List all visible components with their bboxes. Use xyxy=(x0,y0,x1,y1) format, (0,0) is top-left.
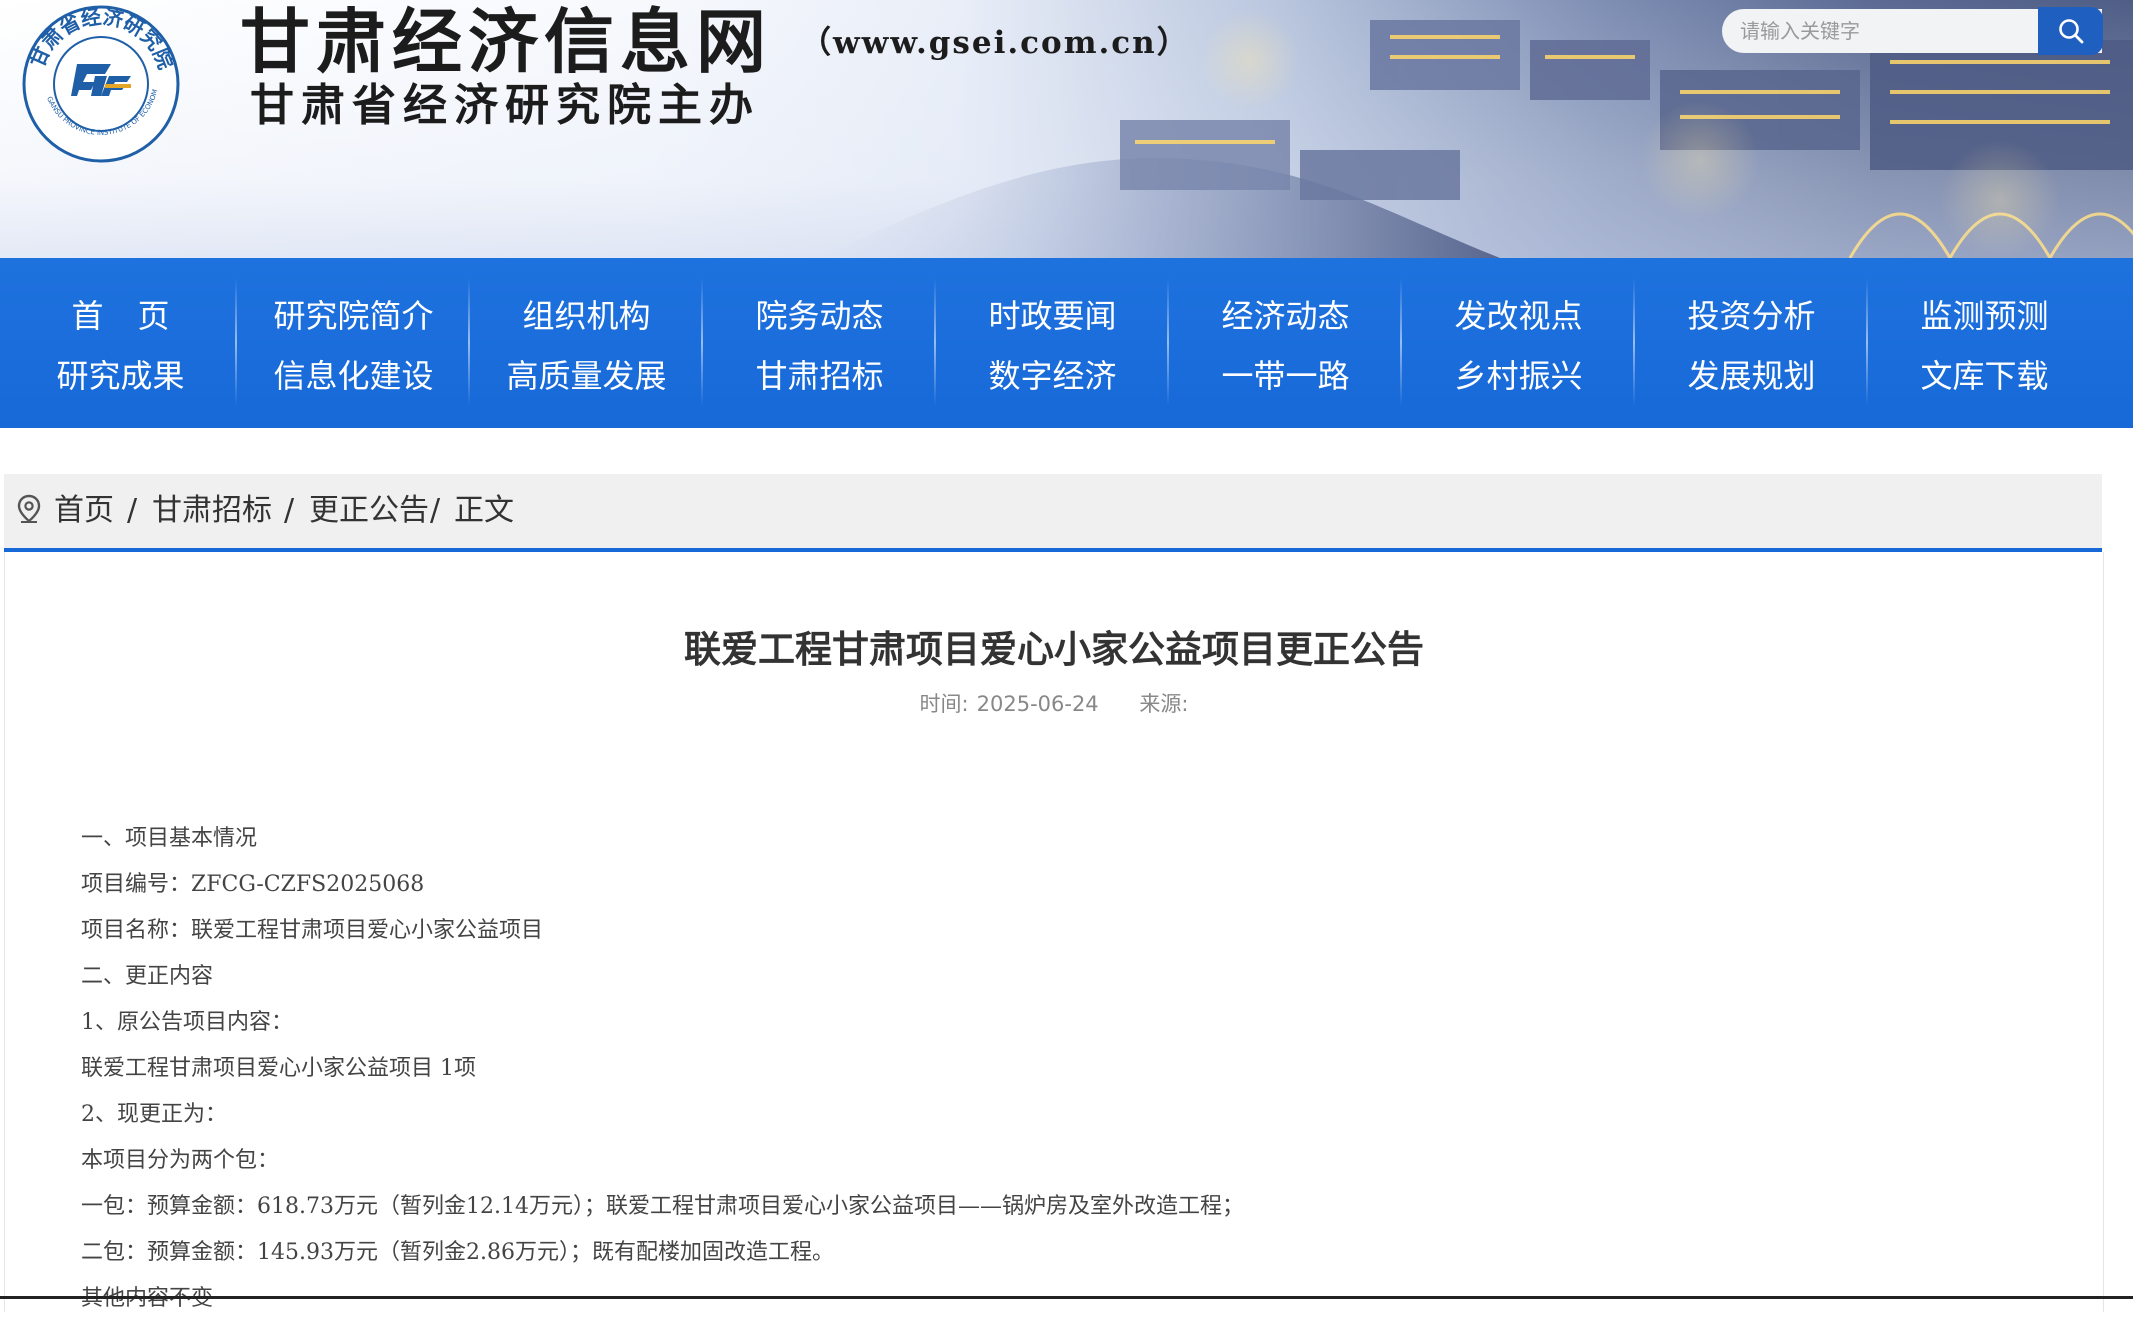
article-paragraph: 本项目分为两个包： xyxy=(81,1148,280,1173)
article-paragraph: 联爱工程甘肃项目爱心小家公益项目 1项 xyxy=(81,1056,476,1081)
site-title: 甘肃经济信息网 xyxy=(240,0,772,83)
breadcrumb-current: 正文 xyxy=(454,493,514,528)
nav-item-library-download[interactable]: 文库下载 xyxy=(1868,356,2101,396)
article-body: 一、项目基本情况 项目编号：ZFCG-CZFS2025068 项目名称：联爱工程… xyxy=(81,816,1244,1322)
nav-item-home[interactable]: 首页 xyxy=(4,296,237,336)
nav-item-institute-news[interactable]: 院务动态 xyxy=(703,296,936,336)
nav-item-monitoring-forecast[interactable]: 监测预测 xyxy=(1868,296,2101,336)
site-url: （www.gsei.com.cn） xyxy=(800,25,1190,61)
nav-item-informatization[interactable]: 信息化建设 xyxy=(237,356,470,396)
article-title: 联爱工程甘肃项目爱心小家公益项目更正公告 xyxy=(684,628,1424,671)
breadcrumb: 首页 / 甘肃招标 / 更正公告 / 正文 xyxy=(4,474,2102,552)
nav-item-high-quality-development[interactable]: 高质量发展 xyxy=(470,356,703,396)
article-paragraph: 项目名称：联爱工程甘肃项目爱心小家公益项目 xyxy=(81,918,544,943)
site-subtitle: 甘肃省经济研究院主办 xyxy=(250,80,760,131)
nav-item-gansu-tenders[interactable]: 甘肃招标 xyxy=(703,356,936,396)
breadcrumb-separator: / xyxy=(127,493,138,528)
breadcrumb-home[interactable]: 首页 xyxy=(54,486,114,536)
search-icon xyxy=(2058,19,2083,44)
nav-column-2: 研究院简介 信息化建设 xyxy=(237,258,470,428)
article-meta: 时间: 2025-06-24 来源: xyxy=(5,686,2103,722)
nav-column-5: 时政要闻 数字经济 xyxy=(936,258,1169,428)
publish-time-label: 时间: xyxy=(919,692,969,716)
nav-item-reform-viewpoint[interactable]: 发改视点 xyxy=(1402,296,1635,336)
nav-item-institute-intro[interactable]: 研究院简介 xyxy=(237,296,470,336)
article-paragraph: 项目编号：ZFCG-CZFS2025068 xyxy=(81,872,425,897)
nav-column-7: 发改视点 乡村振兴 xyxy=(1402,258,1635,428)
search-button[interactable] xyxy=(2038,7,2103,55)
nav-column-3: 组织机构 高质量发展 xyxy=(470,258,703,428)
nav-item-organization[interactable]: 组织机构 xyxy=(470,296,703,336)
article-paragraph: 二、更正内容 xyxy=(81,964,214,989)
location-pin-icon xyxy=(17,494,41,523)
article-paragraph: 2、现更正为： xyxy=(81,1102,227,1127)
nav-item-current-affairs[interactable]: 时政要闻 xyxy=(936,296,1169,336)
breadcrumb-separator: / xyxy=(430,493,441,528)
nav-item-rural-revitalization[interactable]: 乡村振兴 xyxy=(1402,356,1635,396)
site-banner: 甘肃省经济研究院 GANSU PROVINCE INSTITUTE OF ECO… xyxy=(0,0,2133,258)
article: 联爱工程甘肃项目爱心小家公益项目更正公告 时间: 2025-06-24 来源: 一… xyxy=(4,552,2104,1312)
nav-column-8: 投资分析 发展规划 xyxy=(1635,258,1868,428)
source-label: 来源: xyxy=(1139,692,1189,716)
nav-item-investment-analysis[interactable]: 投资分析 xyxy=(1635,296,1868,336)
publish-date: 2025-06-24 xyxy=(976,692,1099,716)
institute-logo: 甘肃省经济研究院 GANSU PROVINCE INSTITUTE OF ECO… xyxy=(20,0,180,163)
nav-item-research-results[interactable]: 研究成果 xyxy=(4,356,237,396)
article-paragraph: 1、原公告项目内容： xyxy=(81,1010,293,1035)
article-paragraph: 一、项目基本情况 xyxy=(81,826,258,851)
nav-item-economic-news[interactable]: 经济动态 xyxy=(1169,296,1402,336)
breadcrumb-category[interactable]: 更正公告 xyxy=(309,486,429,536)
breadcrumb-separator: / xyxy=(284,493,295,528)
nav-item-development-planning[interactable]: 发展规划 xyxy=(1635,356,1868,396)
nav-column-9: 监测预测 文库下载 xyxy=(1868,258,2101,428)
article-paragraph: 一包：预算金额：618.73万元（暂列金12.14万元）；联爱工程甘肃项目爱心小… xyxy=(81,1194,1244,1219)
nav-item-digital-economy[interactable]: 数字经济 xyxy=(936,356,1169,396)
breadcrumb-section[interactable]: 甘肃招标 xyxy=(152,486,272,536)
nav-column-6: 经济动态 一带一路 xyxy=(1169,258,1402,428)
nav-column-4: 院务动态 甘肃招标 xyxy=(703,258,936,428)
nav-item-belt-and-road[interactable]: 一带一路 xyxy=(1169,356,1402,396)
nav-column-1: 首页 研究成果 xyxy=(4,258,237,428)
article-paragraph: 二包：预算金额：145.93万元（暂列金2.86万元）；既有配楼加固改造工程。 xyxy=(81,1240,834,1265)
main-nav: 首页 研究成果 研究院简介 信息化建设 组织机构 高质量发展 院务动态 甘肃招标… xyxy=(0,258,2133,428)
article-paragraph: 其他内容不变 xyxy=(81,1276,1244,1322)
